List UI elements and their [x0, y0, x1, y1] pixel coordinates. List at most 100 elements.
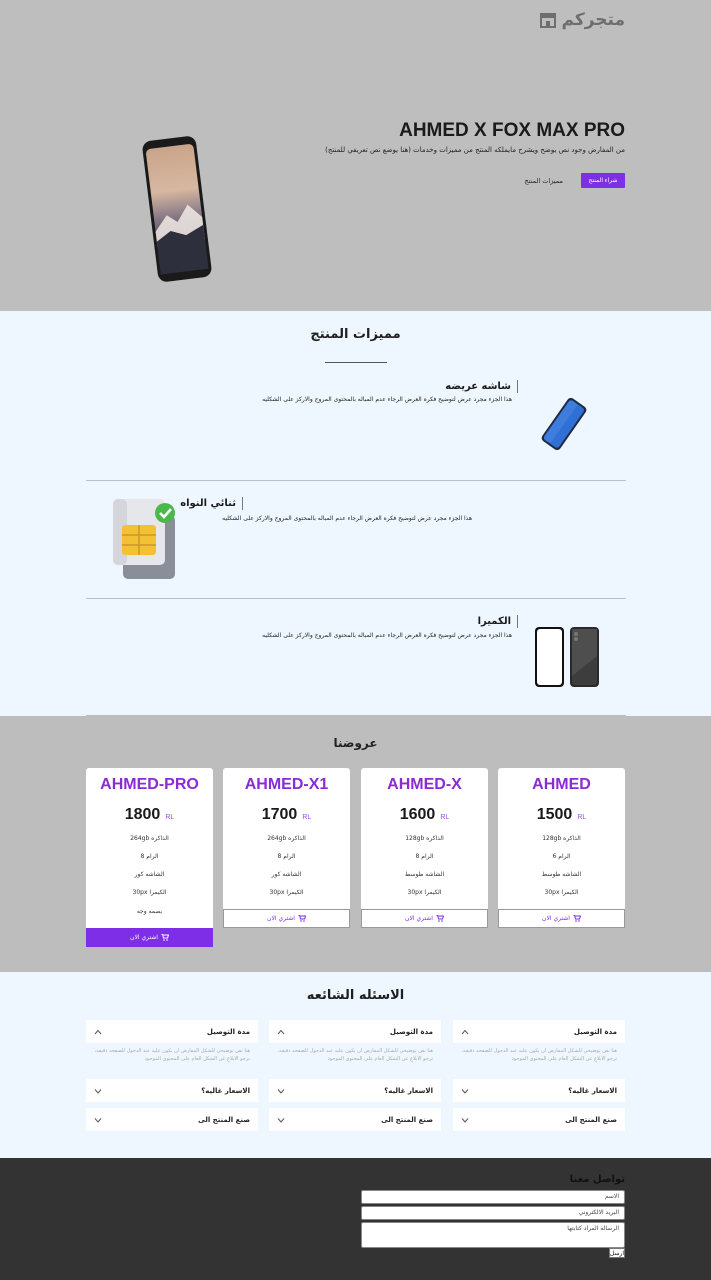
- plan-name: AHMED-X1: [244, 776, 329, 793]
- buy-now-button[interactable]: اشتري الان: [361, 909, 488, 928]
- faq-question[interactable]: مدة التوصيل: [453, 1020, 625, 1043]
- faq-question[interactable]: مدة التوصيل: [86, 1020, 258, 1043]
- offers-section: عروضنا AHMED 1500 RL الذاكره 128gb الرام …: [0, 716, 711, 972]
- hero-phone-image: [142, 136, 212, 282]
- sim-card-icon: [113, 499, 175, 579]
- currency-label: RL: [165, 814, 175, 821]
- plan-feature: الكيمرا 30px: [407, 889, 442, 896]
- faq-question[interactable]: صنع المنتج الى: [86, 1108, 258, 1131]
- price-value: 1800: [124, 806, 161, 823]
- faq-question-text: صنع المنتج الى: [381, 1115, 433, 1124]
- feature-title-camera: الكميرا: [478, 615, 518, 628]
- feature-divider: [86, 480, 626, 481]
- faq-answer: هنا نص توضيحي للشكل المفارض ان يكون عليه…: [94, 1048, 250, 1062]
- buy-now-label: اشتري الان: [542, 915, 570, 922]
- buy-now-button[interactable]: اشتري الان: [498, 909, 625, 928]
- phone-icon: [541, 397, 587, 451]
- plan-feature: الشاشه طوسط: [404, 871, 445, 878]
- plan-feature: الشاشه كور: [271, 871, 302, 878]
- plan-name: AHMED-PRO: [100, 776, 199, 793]
- chevron-up-icon: [461, 1029, 469, 1034]
- plan-feature: الرام 8: [140, 853, 159, 860]
- brand-logo[interactable]: متجركم: [539, 10, 625, 30]
- price-value: 1500: [536, 806, 573, 823]
- hero-title: AHMED X FOX MAX PRO: [399, 120, 625, 141]
- message-textarea[interactable]: الرساله المراد كتابتها: [361, 1222, 625, 1248]
- name-input[interactable]: الاسم: [361, 1190, 625, 1204]
- buy-now-label: اشتري الان: [130, 934, 158, 941]
- offer-card: AHMED-X 1600 RL الذاكره 128gb الرام 8 الش…: [361, 768, 488, 928]
- faq-question[interactable]: الاسعار غاليه؟: [269, 1079, 441, 1102]
- feature-desc-wide-screen: هذا الجزء مجرد عرض لتوضيح فكره العرض الر…: [262, 396, 512, 403]
- plan-feature: الذاكره 264gb: [267, 835, 306, 842]
- feature-divider: [86, 598, 626, 599]
- buy-now-label: اشتري الان: [405, 915, 433, 922]
- buy-now-button[interactable]: اشتري الان: [86, 928, 213, 947]
- chevron-down-icon: [94, 1117, 102, 1123]
- cart-icon: [572, 915, 581, 922]
- offers-title: عروضنا: [333, 736, 378, 750]
- faq-section: الاسئله الشائعه مدة التوصيل هنا نص توضيح…: [0, 972, 711, 1158]
- faq-question-text: الاسعار غاليه؟: [384, 1086, 433, 1095]
- currency-label: RL: [302, 814, 312, 821]
- plan-feature: الذاكره 128gb: [405, 835, 444, 842]
- faq-answer: هنا نص توضيحي للشكل المفارض ان يكون عليه…: [461, 1048, 617, 1062]
- plan-feature: الكيمرا 30px: [544, 889, 579, 896]
- feature-title-dual-core: ثنائي النواه: [180, 497, 243, 510]
- faq-question-text: مدة التوصيل: [573, 1027, 617, 1036]
- hero-description: من المفارض وجود نص يوضح ويشرح مايملكه ال…: [325, 146, 625, 154]
- plan-feature: الشاشه طوسط: [541, 871, 582, 878]
- cart-icon: [297, 915, 306, 922]
- faq-answer: هنا نص توضيحي للشكل المفارض ان يكون عليه…: [277, 1048, 433, 1062]
- faq-question-text: صنع المنتج الى: [198, 1115, 250, 1124]
- feature-desc-dual-core: هذا الجزء مجرد عرض لتوضيح فكره العرض الر…: [222, 515, 472, 522]
- two-phones-icon: [535, 627, 599, 687]
- hero-section: متجركم AHMED X FOX MAX PRO من المفارض وج…: [0, 0, 711, 311]
- plan-price: 1500 RL: [498, 806, 625, 824]
- chevron-down-icon: [277, 1088, 285, 1094]
- faq-question[interactable]: صنع المنتج الى: [453, 1108, 625, 1131]
- faq-question[interactable]: صنع المنتج الى: [269, 1108, 441, 1131]
- buy-now-label: اشتري الان: [267, 915, 295, 922]
- offer-card: AHMED 1500 RL الذاكره 128gb الرام 6 الشاش…: [498, 768, 625, 928]
- plan-feature: الذاكره 264gb: [130, 835, 169, 842]
- cart-icon: [160, 934, 169, 941]
- chevron-up-icon: [94, 1029, 102, 1034]
- plan-price: 1600 RL: [361, 806, 488, 824]
- features-section: مميزات المنتج شاشه عريضه هذا الجزء مجرد …: [0, 311, 711, 716]
- faq-question-text: الاسعار غاليه؟: [568, 1086, 617, 1095]
- faq-title: الاسئله الشائعه: [306, 988, 405, 1003]
- brand-name: متجركم: [561, 10, 625, 30]
- currency-label: RL: [440, 814, 450, 821]
- contact-footer: تواصل معنا الاسم البريد الالكتروني الرسا…: [0, 1158, 711, 1280]
- plan-feature: الرام 6: [552, 853, 571, 860]
- chevron-down-icon: [277, 1117, 285, 1123]
- buy-now-button[interactable]: اشتري الان: [223, 909, 350, 928]
- send-button[interactable]: ارسل: [609, 1248, 625, 1258]
- chevron-up-icon: [277, 1029, 285, 1034]
- faq-question[interactable]: الاسعار غاليه؟: [86, 1079, 258, 1102]
- faq-question-text: الاسعار غاليه؟: [201, 1086, 250, 1095]
- faq-question-text: مدة التوصيل: [206, 1027, 250, 1036]
- feature-desc-camera: هذا الجزء مجرد عرض لتوضيح فكره العرض الر…: [262, 632, 512, 639]
- cart-icon: [435, 915, 444, 922]
- plan-feature: الكيمرا 30px: [269, 889, 304, 896]
- plan-name: AHMED: [532, 776, 591, 793]
- price-value: 1700: [261, 806, 298, 823]
- plan-feature: الكيمرا 30px: [132, 889, 167, 896]
- features-title: مميزات المنتج: [310, 327, 401, 342]
- faq-question-text: مدة التوصيل: [389, 1027, 433, 1036]
- product-features-link[interactable]: مميزات المنتج: [525, 173, 563, 188]
- faq-question[interactable]: مدة التوصيل: [269, 1020, 441, 1043]
- plan-feature: بصمه وجه: [136, 908, 163, 915]
- faq-question[interactable]: الاسعار غاليه؟: [453, 1079, 625, 1102]
- email-input[interactable]: البريد الالكتروني: [361, 1206, 625, 1220]
- currency-label: RL: [577, 814, 587, 821]
- chevron-down-icon: [461, 1117, 469, 1123]
- buy-product-button[interactable]: شراء المنتج: [581, 173, 625, 188]
- store-icon: [540, 13, 557, 28]
- chevron-down-icon: [461, 1088, 469, 1094]
- price-value: 1600: [399, 806, 436, 823]
- plan-price: 1700 RL: [223, 806, 350, 824]
- plan-name: AHMED-X: [387, 776, 462, 793]
